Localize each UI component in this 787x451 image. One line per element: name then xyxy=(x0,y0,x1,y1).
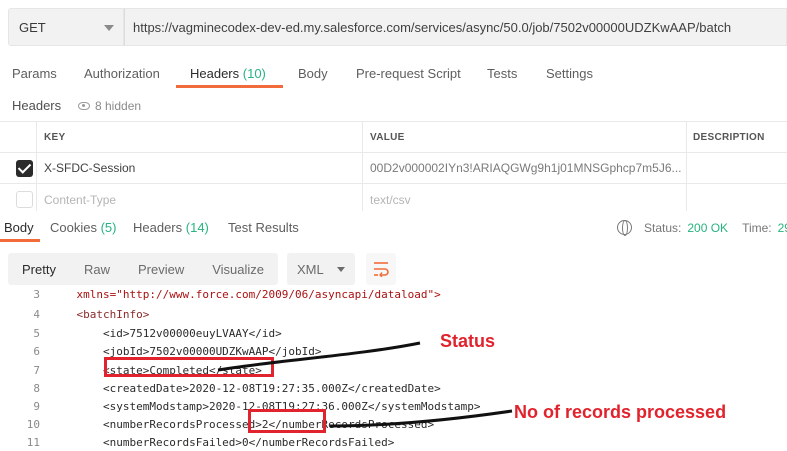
line-number: 9 xyxy=(33,399,40,413)
code-line: 4 <batchInfo> xyxy=(0,305,787,323)
table-row: Content-Type text/csv xyxy=(0,184,787,215)
line-number: 10 xyxy=(26,417,40,431)
header-value-cell[interactable]: 00D2v000002IYn3!ARIAQGWg9h1j01MNSGphcp7m… xyxy=(370,153,682,183)
code-line: 8 <createdDate>2020-12-08T19:27:35.000Z<… xyxy=(0,379,787,397)
chevron-down-icon xyxy=(104,25,114,31)
header-key-cell[interactable]: X-SFDC-Session xyxy=(44,153,135,183)
request-tabs: Params Authorization Headers (10) Body P… xyxy=(0,58,787,88)
state-highlight-box xyxy=(104,357,274,377)
request-url-bar: GET https://vagminecodex-dev-ed.my.sales… xyxy=(8,8,787,46)
tab-response-body[interactable]: Body xyxy=(4,220,34,235)
url-input[interactable]: https://vagminecodex-dev-ed.my.salesforc… xyxy=(124,8,787,46)
line-number: 11 xyxy=(26,435,40,449)
column-key-header: KEY xyxy=(44,131,66,143)
code-text: <createdDate>2020-12-08T19:27:35.000Z</c… xyxy=(50,381,441,395)
table-header-row: KEY VALUE DESCRIPTION xyxy=(0,121,787,153)
status-label: Status: xyxy=(644,220,682,235)
header-key-cell[interactable]: Content-Type xyxy=(44,184,116,215)
tab-settings[interactable]: Settings xyxy=(546,66,593,81)
tab-authorization[interactable]: Authorization xyxy=(84,66,160,81)
table-row: X-SFDC-Session 00D2v000002IYn3!ARIAQGWg9… xyxy=(0,153,787,184)
response-view-toolbar: Pretty Raw Preview Visualize xyxy=(8,253,279,285)
status-value: 200 OK xyxy=(687,220,729,235)
line-number: 7 xyxy=(33,363,40,377)
code-text: <id>7512v00000euyLVAAY</id> xyxy=(50,326,282,340)
code-line: 5 <id>7512v00000euyLVAAY</id> xyxy=(0,324,787,342)
time-label: Time: xyxy=(742,220,772,235)
view-visualize-button[interactable]: Visualize xyxy=(198,253,278,285)
eye-icon xyxy=(78,102,90,110)
hidden-count-label: 8 hidden xyxy=(95,99,142,113)
tab-params[interactable]: Params xyxy=(12,66,57,81)
status-annotation: Status xyxy=(440,331,496,351)
tab-response-headers[interactable]: Headers (14) xyxy=(133,220,209,235)
view-preview-button[interactable]: Preview xyxy=(124,253,198,285)
code-line: 3 xmlns="http://www.force.com/2009/06/as… xyxy=(0,285,787,303)
tab-pre-request-script[interactable]: Pre-request Script xyxy=(356,66,461,81)
headers-section-title: Headers xyxy=(12,98,62,113)
header-enabled-checkbox[interactable] xyxy=(16,160,33,177)
code-text: <batchInfo> xyxy=(50,307,150,321)
line-number: 6 xyxy=(33,344,40,358)
hidden-headers-toggle[interactable]: 8 hidden xyxy=(78,99,141,113)
code-text: xmlns="http://www.force.com/2009/06/asyn… xyxy=(50,287,441,301)
tab-cookies[interactable]: Cookies (5) xyxy=(50,220,116,235)
view-pretty-button[interactable]: Pretty xyxy=(8,253,70,285)
line-number: 3 xyxy=(33,287,40,301)
format-label: XML xyxy=(297,261,324,277)
records-highlight-box xyxy=(248,409,326,433)
tab-headers[interactable]: Headers (10) xyxy=(190,66,266,81)
column-description-header: DESCRIPTION xyxy=(693,131,765,143)
records-annotation: No of records processed xyxy=(514,402,727,422)
column-value-header: VALUE xyxy=(370,131,405,143)
line-number: 8 xyxy=(33,381,40,395)
table-divider xyxy=(686,121,687,211)
table-divider xyxy=(362,121,363,211)
line-number: 5 xyxy=(33,326,40,340)
method-label: GET xyxy=(19,19,46,35)
globe-icon[interactable] xyxy=(617,220,632,236)
active-tab-indicator xyxy=(176,85,283,88)
header-enabled-checkbox[interactable] xyxy=(16,191,33,208)
header-value-cell[interactable]: text/csv xyxy=(370,184,411,215)
response-status: Status: 200 OK Time: 29 xyxy=(617,220,787,236)
headers-table: KEY VALUE DESCRIPTION X-SFDC-Session 00D… xyxy=(0,121,787,215)
wrap-lines-icon xyxy=(374,262,389,277)
active-response-tab-indicator xyxy=(0,239,40,242)
table-divider xyxy=(36,121,37,211)
view-mode-segment: Pretty Raw Preview Visualize xyxy=(8,253,279,285)
tab-tests[interactable]: Tests xyxy=(487,66,517,81)
code-text: <numberRecordsFailed>0</numberRecordsFai… xyxy=(50,435,395,449)
tab-body[interactable]: Body xyxy=(298,66,328,81)
chevron-down-icon xyxy=(337,267,345,272)
view-raw-button[interactable]: Raw xyxy=(70,253,124,285)
wrap-lines-button[interactable] xyxy=(366,253,396,285)
code-text: <numberRecordsProcessed>2</numberRecords… xyxy=(50,417,435,431)
code-line: 11 <numberRecordsFailed>0</numberRecords… xyxy=(0,433,787,451)
tab-test-results[interactable]: Test Results xyxy=(228,220,299,235)
format-select[interactable]: XML xyxy=(287,253,355,285)
line-number: 4 xyxy=(33,307,40,321)
method-select[interactable]: GET xyxy=(8,8,124,46)
time-value: 29 xyxy=(777,220,787,235)
code-text: <jobId>7502v00000UDZKwAAP</jobId> xyxy=(50,344,322,358)
